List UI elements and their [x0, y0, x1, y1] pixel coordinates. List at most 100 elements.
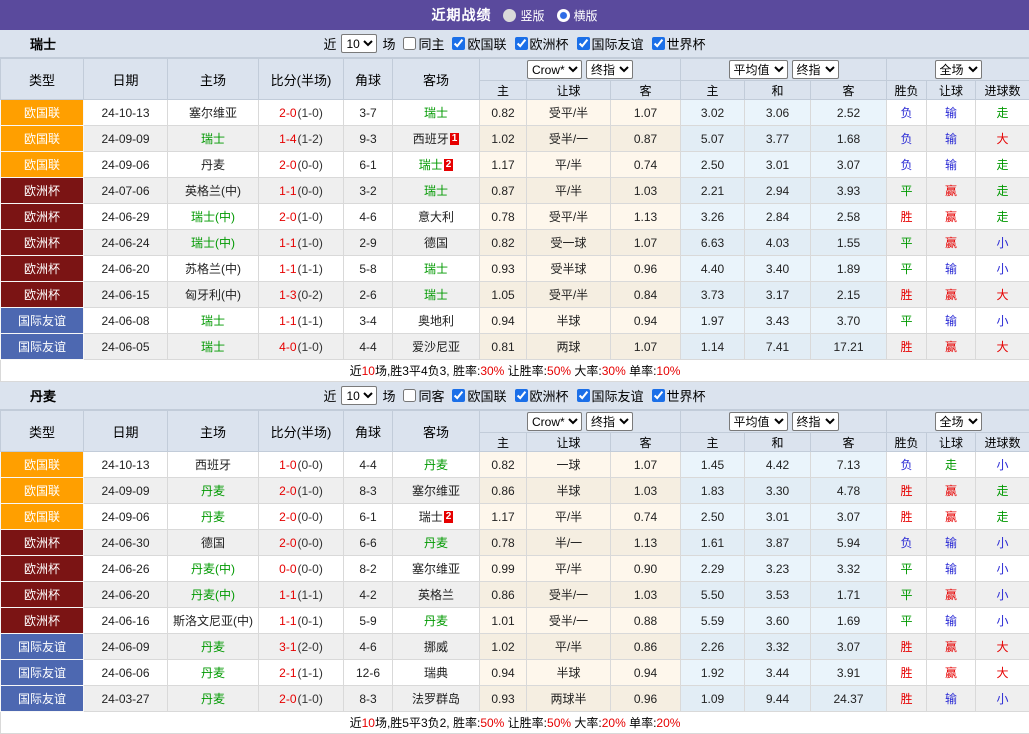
yellow-red-card-badge: 2	[444, 159, 454, 171]
match-row: 欧洲杯24-06-16斯洛文尼亚(中)1-1(0-1)5-9丹麦1.01受半/一…	[1, 608, 1029, 634]
title-bar: 近期战绩 竖版 横版	[0, 0, 1029, 30]
handicap-odds-value: 1.13	[611, 530, 681, 556]
result-flag: 输	[927, 608, 976, 634]
odds-stage-select[interactable]: 终指	[792, 412, 839, 431]
average-odds-value: 2.58	[811, 204, 887, 230]
halftime-score: (1-0)	[298, 210, 323, 224]
match-row: 欧国联24-10-13西班牙1-0(0-0)4-4丹麦0.82一球1.071.4…	[1, 452, 1029, 478]
league-label: 欧洲杯	[530, 34, 569, 53]
away-team: 瑞士2	[393, 152, 480, 178]
team-label: 英格兰(中)	[185, 184, 241, 198]
league-checkbox[interactable]	[515, 389, 528, 402]
average-odds-value: 3.77	[745, 126, 811, 152]
summary-segment: 大率:	[571, 364, 602, 378]
result-flag: 平	[887, 308, 927, 334]
average-select[interactable]: 平均值	[729, 412, 788, 431]
average-odds-value: 1.09	[681, 686, 745, 712]
away-team: 挪威	[393, 634, 480, 660]
home-team: 丹麦	[168, 686, 259, 712]
league-checkbox[interactable]	[577, 389, 590, 402]
recent-count-select[interactable]: 10	[341, 34, 377, 53]
team-label: 斯洛文尼亚(中)	[173, 614, 253, 628]
summary-segment: 50%	[547, 364, 571, 378]
average-select[interactable]: 平均值	[729, 60, 788, 79]
score-cell: 1-1(1-0)	[259, 230, 344, 256]
odds-stage-select[interactable]: 终指	[792, 60, 839, 79]
result-flag: 赢	[927, 634, 976, 660]
scope-select[interactable]: 全场	[935, 60, 982, 79]
team-label: 苏格兰(中)	[185, 262, 241, 276]
handicap-odds-value: 0.86	[611, 634, 681, 660]
competition-badge: 国际友谊	[1, 308, 84, 334]
handicap-odds-value: 1.05	[480, 282, 527, 308]
result-flag: 赢	[927, 478, 976, 504]
score-cell: 1-1(1-1)	[259, 256, 344, 282]
league-checkbox[interactable]	[452, 37, 465, 50]
result-flag: 负	[887, 152, 927, 178]
league-checkbox[interactable]	[652, 389, 665, 402]
handicap-odds-value: 0.78	[480, 530, 527, 556]
team-label: 丹麦	[424, 614, 448, 628]
halftime-score: (2-0)	[298, 640, 323, 654]
average-odds-value: 3.43	[745, 308, 811, 334]
team-label: 丹麦	[201, 484, 225, 498]
bookmaker-select[interactable]: Crow*	[527, 60, 582, 79]
league-checkbox[interactable]	[577, 37, 590, 50]
filter-near-label: 近	[323, 34, 336, 53]
average-odds-value: 3.01	[745, 504, 811, 530]
league-checkbox[interactable]	[652, 37, 665, 50]
team-sections: 瑞士近10场同主欧国联欧洲杯国际友谊世界杯类型日期主场比分(半场)角球客场Cro…	[0, 30, 1029, 734]
home-team: 丹麦	[168, 478, 259, 504]
match-row: 国际友谊24-06-08瑞士1-1(1-1)3-4奥地利0.94半球0.941.…	[1, 308, 1029, 334]
scope-select[interactable]: 全场	[935, 412, 982, 431]
same-venue-checkbox[interactable]	[403, 389, 416, 402]
league-checkbox[interactable]	[515, 37, 528, 50]
bookmaker-select[interactable]: Crow*	[527, 412, 582, 431]
away-team: 塞尔维亚	[393, 478, 480, 504]
team-label: 塞尔维亚	[189, 106, 237, 120]
results-table: 类型日期主场比分(半场)角球客场Crow*终指平均值终指全场主让球客主和客胜负让…	[0, 58, 1029, 382]
average-odds-value: 1.68	[811, 126, 887, 152]
home-team: 斯洛文尼亚(中)	[168, 608, 259, 634]
result-flag: 平	[887, 556, 927, 582]
average-odds-value: 3.02	[681, 100, 745, 126]
match-date: 24-06-06	[84, 660, 168, 686]
away-team: 英格兰	[393, 582, 480, 608]
section-header: 瑞士近10场同主欧国联欧洲杯国际友谊世界杯	[0, 30, 1029, 58]
score-cell: 2-0(0-0)	[259, 504, 344, 530]
team-label: 爱沙尼亚	[412, 340, 460, 354]
league-label: 世界杯	[667, 34, 706, 53]
column-subheader: 和	[745, 433, 811, 452]
result-scope-group: 全场	[887, 59, 1029, 81]
handicap-odds-value: 平/半	[527, 152, 611, 178]
match-row: 欧国联24-09-09丹麦2-0(1-0)8-3塞尔维亚0.86半球1.031.…	[1, 478, 1029, 504]
layout-radio-vertical[interactable]: 竖版	[503, 7, 544, 24]
summary-segment: 10	[362, 364, 375, 378]
average-odds-value: 3.07	[811, 152, 887, 178]
odds-stage-select[interactable]: 终指	[586, 412, 633, 431]
home-team: 瑞士	[168, 308, 259, 334]
score-cell: 2-1(1-1)	[259, 660, 344, 686]
odds-stage-select[interactable]: 终指	[586, 60, 633, 79]
home-team: 丹麦	[168, 504, 259, 530]
recent-count-select[interactable]: 10	[341, 386, 377, 405]
handicap-odds-value: 1.01	[480, 608, 527, 634]
league-label: 欧洲杯	[530, 386, 569, 405]
same-venue-checkbox[interactable]	[403, 37, 416, 50]
result-flag: 小	[976, 230, 1029, 256]
summary-segment: 30%	[602, 364, 626, 378]
column-header: 主场	[168, 411, 259, 452]
handicap-odds-value: 0.96	[611, 256, 681, 282]
team-label: 德国	[201, 536, 225, 550]
handicap-odds-value: 0.87	[480, 178, 527, 204]
section-header: 丹麦近10场同客欧国联欧洲杯国际友谊世界杯	[0, 382, 1029, 410]
score-cell: 1-1(0-1)	[259, 608, 344, 634]
result-flag: 小	[976, 256, 1029, 282]
halftime-score: (1-0)	[298, 236, 323, 250]
competition-badge: 欧洲杯	[1, 178, 84, 204]
away-team: 奥地利	[393, 308, 480, 334]
match-date: 24-06-20	[84, 582, 168, 608]
fulltime-score: 2-0	[279, 484, 296, 498]
layout-radio-horizontal[interactable]: 横版	[557, 7, 598, 24]
league-checkbox[interactable]	[452, 389, 465, 402]
